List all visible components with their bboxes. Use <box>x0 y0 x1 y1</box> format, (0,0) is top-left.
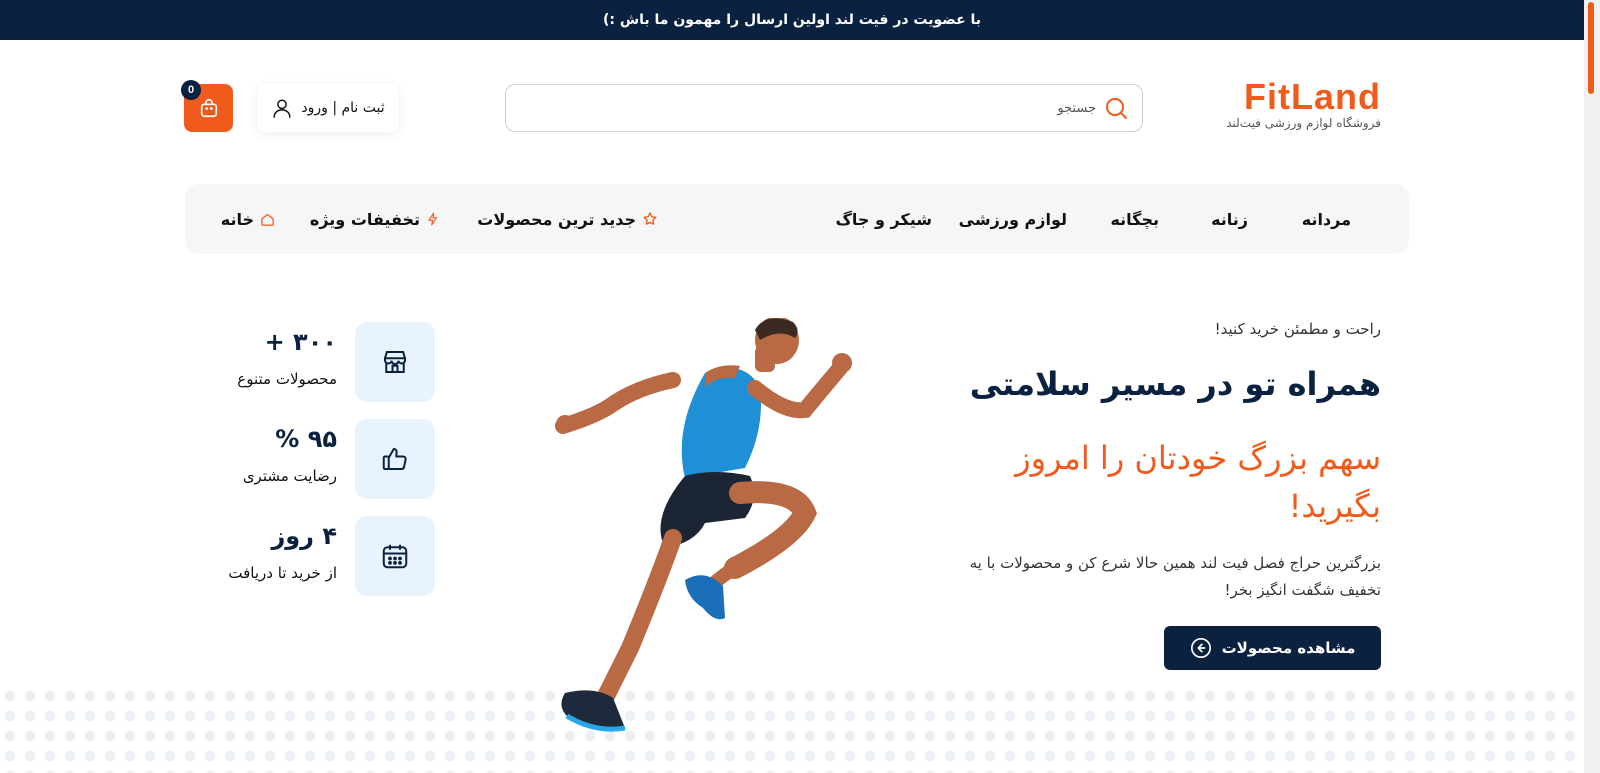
calendar-icon <box>382 544 408 569</box>
nav-item-shakers[interactable]: شیکر و جاگ <box>835 184 932 254</box>
stat-value: ۹۵ % <box>275 425 337 453</box>
hero-description: بزرگترین حراج فصل فیت لند همین حالا شرع … <box>969 554 1381 599</box>
cart-button[interactable]: 0 <box>181 80 233 132</box>
nav-label: مردانه <box>1301 209 1351 229</box>
logo-brand: FitLand <box>1244 76 1381 117</box>
announcement-bar: با عضویت در فیت لند اولین ارسال را مهمون… <box>0 0 1584 40</box>
nav-label: جدید ترین محصولات <box>477 209 636 229</box>
stat-label: محصولات متنوع <box>237 370 337 388</box>
nav-item-kids[interactable]: بچگانه <box>1110 184 1159 254</box>
store-icon <box>384 351 406 373</box>
nav-item-newest-products[interactable]: جدید ترین محصولات <box>477 184 658 254</box>
stat-icon-box <box>355 516 435 596</box>
logo-tagline: فروشگاه لوازم ورزشی فیت‌لند <box>1226 116 1381 130</box>
cart-count-badge: 0 <box>181 80 201 100</box>
stat-icon-box <box>355 322 435 402</box>
nav-item-special-offers[interactable]: تخفیفات ویژه <box>310 184 440 254</box>
page-scrollbar[interactable] <box>1584 0 1600 773</box>
login-register-button[interactable]: ثبت نام | ورود <box>257 84 399 132</box>
stat-delivery: ۴ روز از خرید تا دریافت <box>205 516 435 596</box>
nav-label: خانه <box>220 209 254 229</box>
user-icon <box>273 99 291 118</box>
search-icon[interactable] <box>1104 96 1128 120</box>
hero-subtitle: راحت و مطمئن خرید کنید! <box>1214 320 1381 338</box>
nav-item-home[interactable]: خانه <box>221 184 275 254</box>
stat-products: ۳۰۰ + محصولات متنوع <box>205 322 435 402</box>
lightning-icon <box>428 212 438 226</box>
auth-label: ثبت نام | ورود <box>301 100 385 116</box>
stat-value: ۳۰۰ + <box>264 328 337 356</box>
stat-satisfaction: ۹۵ % رضایت مشتری <box>205 419 435 499</box>
runner-athlete-image <box>555 318 852 732</box>
nav-item-sports-equipment[interactable]: لوازم ورزشی <box>959 184 1067 254</box>
home-icon <box>261 213 274 226</box>
nav-label: لوازم ورزشی <box>958 209 1067 229</box>
site-logo[interactable]: FitLand فروشگاه لوازم ورزشی فیت‌لند <box>1181 76 1381 131</box>
view-products-button[interactable]: مشاهده محصولات <box>1164 626 1381 670</box>
nav-label: بچگانه <box>1110 209 1159 229</box>
hero-title: همراه تو در مسیر سلامتی <box>969 365 1381 403</box>
nav-label: شیکر و جاگ <box>835 209 932 229</box>
stat-label: رضایت مشتری <box>242 467 337 485</box>
stat-value: ۴ روز <box>271 522 337 550</box>
main-navigation: مردانه زنانه بچگانه لوازم ورزشی شیکر و ج… <box>185 184 1409 254</box>
search-bar[interactable] <box>505 84 1143 132</box>
nav-label: تخفیفات ویژه <box>309 209 420 229</box>
arrow-left-circle-icon <box>1190 638 1211 658</box>
announcement-text: با عضویت در فیت لند اولین ارسال را مهمون… <box>602 12 982 28</box>
star-icon <box>643 212 657 225</box>
shopping-bag-icon <box>200 99 217 118</box>
hero-highlight: سهم بزرگ خودتان را امروز بگیرید! <box>1015 439 1381 525</box>
nav-item-men[interactable]: مردانه <box>1302 184 1351 254</box>
nav-item-women[interactable]: زنانه <box>1211 184 1248 254</box>
cta-label: مشاهده محصولات <box>1221 639 1356 657</box>
stat-icon-box <box>355 419 435 499</box>
nav-label: زنانه <box>1211 209 1248 229</box>
thumbs-up-icon <box>382 448 407 470</box>
search-input[interactable] <box>536 100 1096 116</box>
scrollbar-thumb[interactable] <box>1588 2 1594 94</box>
stat-label: از خرید تا دریافت <box>228 564 337 582</box>
